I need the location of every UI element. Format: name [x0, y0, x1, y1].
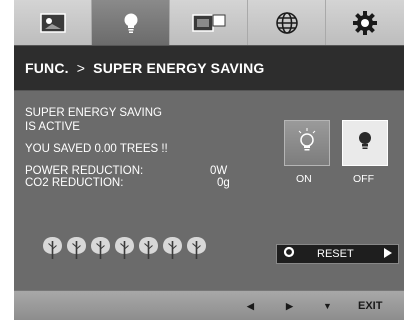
lightbulb-off-icon [356, 129, 374, 158]
page-title-bar: FUNC. > SUPER ENERGY SAVING [14, 45, 404, 91]
exit-button[interactable]: EXIT [358, 300, 382, 312]
left-arrow-button[interactable]: ◀ [247, 301, 254, 312]
lightbulb-on-icon [296, 127, 318, 159]
lightbulb-icon [122, 12, 140, 34]
reset-label: RESET [317, 248, 354, 260]
trees-saved-text: YOU SAVED 0.00 TREES !! [25, 143, 168, 155]
tree-icon [138, 236, 159, 260]
tree-icon [162, 236, 183, 260]
tab-picture[interactable] [14, 0, 92, 45]
osd-menu: FUNC. > SUPER ENERGY SAVING SUPER ENERGY… [14, 0, 404, 320]
page-title: SUPER ENERGY SAVING [93, 60, 265, 76]
reset-button[interactable]: RESET [276, 244, 399, 264]
main-content: SUPER ENERGY SAVING IS ACTIVE YOU SAVED … [14, 92, 404, 290]
down-arrow-button[interactable]: ▼ [323, 301, 332, 311]
picture-icon [39, 12, 66, 33]
status-line-2: IS ACTIVE [25, 121, 80, 133]
tree-icon [90, 236, 111, 260]
tree-icon [66, 236, 87, 260]
reset-circle-icon [283, 245, 295, 263]
breadcrumb-separator: > [76, 60, 86, 76]
play-arrow-icon [384, 245, 392, 263]
tree-icon [114, 236, 135, 260]
tree-icon [42, 236, 63, 260]
bottom-nav-bar: ◀ ▶ ▼ EXIT [14, 290, 404, 320]
tab-multi-window[interactable] [170, 0, 248, 45]
tab-energy[interactable] [92, 0, 170, 45]
globe-icon [275, 11, 299, 35]
tab-settings[interactable] [326, 0, 404, 45]
right-arrow-button[interactable]: ▶ [286, 301, 293, 312]
status-line-1: SUPER ENERGY SAVING [25, 107, 162, 119]
multi-window-icon [191, 13, 226, 32]
breadcrumb-section: FUNC. [25, 60, 69, 76]
tab-globe[interactable] [248, 0, 326, 45]
co2-reduction-label: CO2 REDUCTION: [25, 177, 124, 189]
co2-reduction-value: 0g [217, 177, 230, 189]
trees-row [42, 236, 207, 260]
energy-off-button[interactable] [342, 120, 388, 166]
energy-on-button[interactable] [284, 120, 330, 166]
tree-icon [186, 236, 207, 260]
gear-icon [352, 10, 378, 36]
on-label: ON [296, 173, 312, 185]
off-label: OFF [353, 173, 374, 185]
menu-tabs [14, 0, 404, 45]
